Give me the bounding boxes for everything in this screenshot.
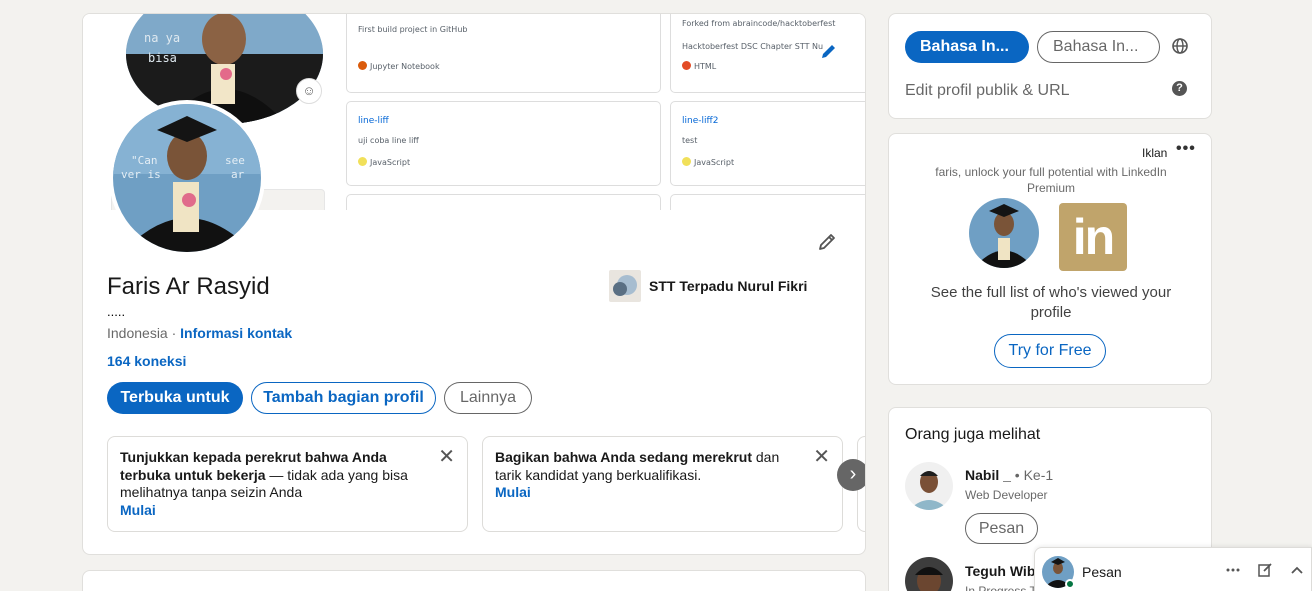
- svg-text:see: see: [225, 154, 245, 167]
- ad-text: See the full list of who's viewed your p…: [930, 284, 1172, 321]
- linkedin-logo: in: [1059, 203, 1127, 271]
- repo-name: line-liff: [358, 116, 389, 126]
- edit-cover-icon[interactable]: [819, 42, 839, 62]
- messaging-title: Pesan: [1082, 564, 1122, 580]
- more-options-icon[interactable]: •••: [1176, 140, 1196, 158]
- svg-text:na ya: na ya: [144, 31, 180, 45]
- more-options-icon[interactable]: [1225, 562, 1241, 578]
- repo-card: line-liff uji coba line liff JavaScript: [346, 101, 661, 186]
- svg-text:bisa: bisa: [148, 51, 177, 65]
- person-name[interactable]: Nabil _ • Ke-1: [965, 467, 1053, 483]
- location-text: Indonesia ·: [107, 325, 181, 341]
- avatar[interactable]: [905, 557, 953, 591]
- more-button[interactable]: Lainnya: [444, 382, 532, 414]
- messaging-bar[interactable]: Pesan: [1034, 547, 1312, 591]
- language-active-button[interactable]: Bahasa In...: [905, 31, 1029, 63]
- profile-location: Indonesia · Informasi kontak: [107, 325, 292, 341]
- hiring-prompt: Bagikan bahwa Anda sedang merekrut dan t…: [482, 436, 843, 532]
- repo-card: First build project in GitHub Jupyter No…: [346, 14, 661, 93]
- ad-label: Iklan: [1142, 146, 1168, 160]
- emoji-icon[interactable]: ☺: [296, 78, 322, 104]
- repo-description: Forked from abraincode/hacktoberfest: [682, 19, 836, 28]
- repo-name: line-liff2: [682, 116, 719, 126]
- next-section-card: [82, 570, 866, 591]
- connections-link[interactable]: 164 koneksi: [107, 353, 186, 369]
- prompt-title: Bagikan bahwa Anda sedang merekrut: [495, 449, 752, 465]
- compose-icon[interactable]: [1257, 562, 1273, 578]
- repo-language: Jupyter Notebook: [358, 61, 440, 71]
- premium-ad-card: Iklan ••• faris, unlock your full potent…: [888, 133, 1212, 385]
- avatar-photo: "Can ver is see ar: [113, 104, 261, 252]
- contact-info-link[interactable]: Informasi kontak: [180, 325, 292, 341]
- edit-intro-icon[interactable]: [811, 226, 843, 258]
- language-card: Bahasa In... Bahasa In... Edit profil pu…: [888, 13, 1212, 119]
- close-icon[interactable]: ✕: [813, 447, 830, 467]
- avatar[interactable]: [905, 462, 953, 510]
- chevron-right-icon[interactable]: ›: [837, 459, 865, 491]
- education-link[interactable]: STT Terpadu Nurul Fikri: [609, 270, 807, 302]
- repo-card: [670, 194, 865, 210]
- person-role: In Progress T: [965, 584, 1037, 591]
- svg-text:ar: ar: [231, 168, 245, 181]
- school-logo: [609, 270, 641, 302]
- school-name: STT Terpadu Nurul Fikri: [649, 278, 808, 294]
- svg-text:ver is: ver is: [121, 168, 161, 181]
- person-name[interactable]: Teguh Wib: [965, 563, 1035, 579]
- edit-public-profile-link[interactable]: Edit profil publik & URL: [905, 82, 1070, 100]
- avatar: [969, 198, 1039, 268]
- add-profile-section-button[interactable]: Tambah bagian profil: [251, 382, 436, 414]
- globe-icon[interactable]: [1171, 37, 1189, 55]
- open-to-button[interactable]: Terbuka untuk: [107, 382, 243, 414]
- repo-language: JavaScript: [682, 157, 734, 167]
- prompt-start-link[interactable]: Mulai: [120, 502, 455, 520]
- language-other-button[interactable]: Bahasa In...: [1037, 31, 1160, 63]
- repo-language: HTML: [682, 61, 716, 71]
- person-role: Web Developer: [965, 488, 1048, 502]
- online-status-icon: [1065, 579, 1075, 589]
- repo-description: uji coba line liff: [358, 136, 419, 145]
- try-for-free-button[interactable]: Try for Free: [994, 334, 1106, 368]
- profile-name: Faris Ar Rasyid: [107, 273, 270, 300]
- repo-description: test: [682, 136, 698, 145]
- section-title: Orang juga melihat: [905, 426, 1041, 443]
- open-to-work-prompt: Tunjukkan kepada perekrut bahwa Anda ter…: [107, 436, 468, 532]
- repo-language: JavaScript: [358, 157, 410, 167]
- close-icon[interactable]: ✕: [438, 447, 455, 467]
- repo-description: Hacktoberfest DSC Chapter STT Nu: [682, 42, 824, 51]
- help-icon[interactable]: ?: [1172, 81, 1187, 96]
- profile-avatar[interactable]: "Can ver is see ar: [109, 100, 265, 256]
- repo-description: First build project in GitHub: [358, 25, 468, 34]
- message-button[interactable]: Pesan: [965, 513, 1038, 544]
- profile-card: First build project in GitHub Jupyter No…: [82, 13, 866, 555]
- ad-subtitle: faris, unlock your full potential with L…: [935, 165, 1167, 195]
- prompt-start-link[interactable]: Mulai: [495, 484, 830, 502]
- chevron-up-icon[interactable]: [1289, 562, 1305, 578]
- profile-headline: .....: [107, 304, 126, 319]
- svg-text:"Can: "Can: [131, 154, 158, 167]
- repo-card: [346, 194, 661, 210]
- repo-card: line-liff2 test JavaScript: [670, 101, 865, 186]
